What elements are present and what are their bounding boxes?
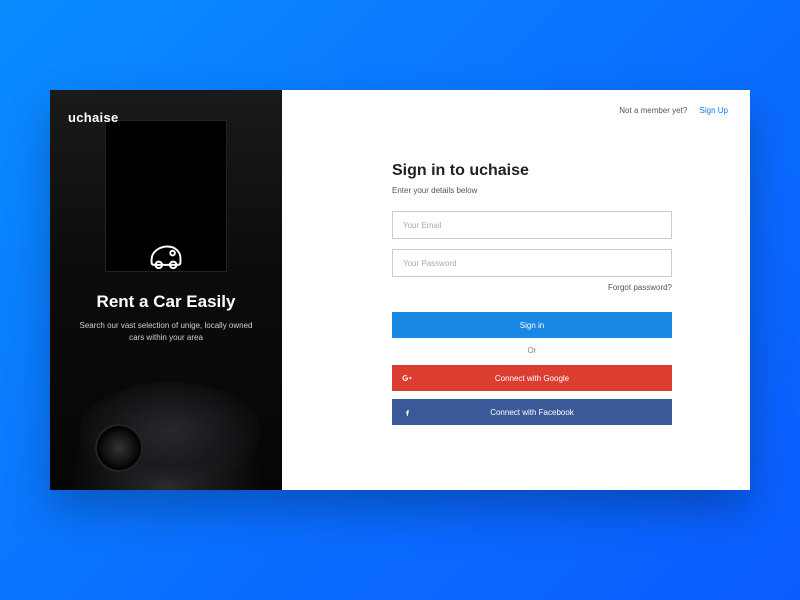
- form-panel: Not a member yet? Sign Up Sign in to uch…: [282, 90, 750, 490]
- form-subtitle: Enter your details below: [392, 186, 672, 195]
- google-plus-icon: [402, 373, 412, 383]
- google-button-label: Connect with Google: [495, 374, 569, 383]
- form-title: Sign in to uchaise: [392, 162, 672, 180]
- login-card: uchaise Rent a Car Easily Search our vas…: [50, 90, 750, 490]
- car-icon: [145, 236, 187, 278]
- signin-button-label: Sign in: [520, 321, 544, 330]
- forgot-row: Forgot password?: [392, 283, 672, 292]
- hero-panel: uchaise Rent a Car Easily Search our vas…: [50, 90, 282, 490]
- facebook-button-label: Connect with Facebook: [490, 408, 574, 417]
- facebook-icon: [402, 407, 412, 417]
- email-field[interactable]: [392, 211, 672, 239]
- hero-title: Rent a Car Easily: [97, 292, 236, 312]
- or-divider: Or: [392, 346, 672, 355]
- signin-button[interactable]: Sign in: [392, 312, 672, 338]
- hero-content: Rent a Car Easily Search our vast select…: [50, 90, 282, 490]
- facebook-signin-button[interactable]: Connect with Facebook: [392, 399, 672, 425]
- signup-link[interactable]: Sign Up: [700, 106, 728, 115]
- topbar-prompt: Not a member yet?: [619, 106, 687, 115]
- topbar: Not a member yet? Sign Up: [619, 106, 728, 115]
- signin-form: Sign in to uchaise Enter your details be…: [392, 162, 672, 433]
- forgot-password-link[interactable]: Forgot password?: [608, 283, 672, 292]
- password-field[interactable]: [392, 249, 672, 277]
- hero-subtitle: Search our vast selection of unige, loca…: [76, 320, 256, 344]
- google-signin-button[interactable]: Connect with Google: [392, 365, 672, 391]
